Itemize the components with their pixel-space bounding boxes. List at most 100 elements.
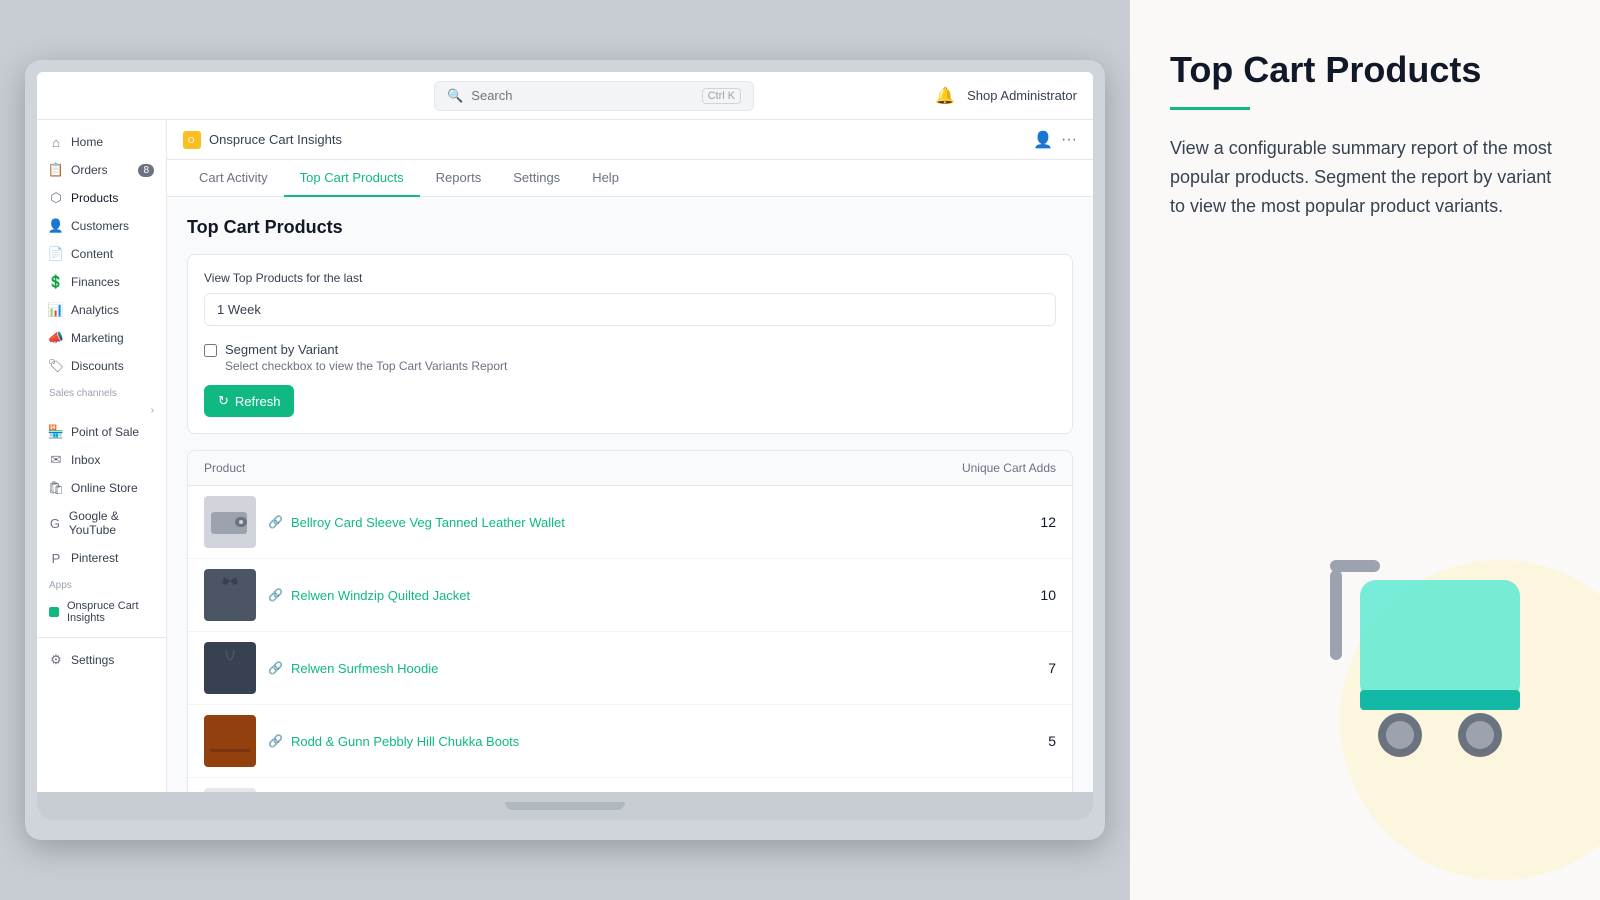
sidebar-label-discounts: Discounts	[71, 359, 124, 373]
sidebar-item-orders[interactable]: 📋 Orders 8	[37, 156, 166, 184]
sidebar-label-inbox: Inbox	[71, 453, 100, 467]
sidebar: ⌂ Home 📋 Orders 8 ⬡ Products	[37, 120, 167, 792]
product-thumb-2	[204, 569, 256, 621]
sidebar-label-finances: Finances	[71, 275, 120, 289]
product-name-area-4: 🔗 Rodd & Gunn Pebbly Hill Chukka Boots	[268, 734, 1014, 749]
sales-channels-label: Sales channels	[37, 380, 166, 403]
tab-settings[interactable]: Settings	[497, 160, 576, 197]
orders-icon: 📋	[49, 163, 63, 177]
product-count-1: 12	[1026, 514, 1056, 530]
sidebar-item-products[interactable]: ⬡ Products	[37, 184, 166, 212]
product-link-icon-2: 🔗	[268, 588, 283, 602]
product-name-2[interactable]: Relwen Windzip Quilted Jacket	[291, 588, 470, 603]
table-row: 🔗 Kenton Michael Heishi Gemstone and Ste…	[188, 778, 1072, 792]
online-store-icon: 🛍	[49, 481, 63, 495]
home-icon: ⌂	[49, 135, 63, 149]
product-name-4[interactable]: Rodd & Gunn Pebbly Hill Chukka Boots	[291, 734, 519, 749]
table-row: 🔗 Bellroy Card Sleeve Veg Tanned Leather…	[188, 486, 1072, 559]
google-icon: G	[49, 516, 61, 530]
sidebar-item-analytics[interactable]: 📊 Analytics	[37, 296, 166, 324]
sidebar-item-content[interactable]: 📄 Content	[37, 240, 166, 268]
segment-checkbox-desc: Select checkbox to view the Top Cart Var…	[225, 359, 507, 373]
cart-illustration	[1280, 540, 1600, 840]
sidebar-label-content: Content	[71, 247, 113, 261]
filter-label: View Top Products for the last	[204, 271, 1056, 285]
plugin-header: O Onspruce Cart Insights 👤 ···	[167, 120, 1093, 160]
main-area: ⌂ Home 📋 Orders 8 ⬡ Products	[37, 120, 1093, 792]
right-panel: Top Cart Products View a configurable su…	[1130, 0, 1600, 900]
sidebar-item-onspruce[interactable]: Onspruce Cart Insights	[37, 595, 166, 629]
plugin-title-area: O Onspruce Cart Insights	[183, 131, 342, 149]
sidebar-item-pinterest[interactable]: P Pinterest	[37, 544, 166, 572]
content-area: O Onspruce Cart Insights 👤 ··· Cart	[167, 120, 1093, 792]
top-bar-right: 🔔 Shop Administrator	[935, 86, 1077, 106]
product-name-area-1: 🔗 Bellroy Card Sleeve Veg Tanned Leather…	[268, 515, 1014, 530]
right-panel-title: Top Cart Products	[1170, 48, 1560, 91]
col-unique: Unique Cart Adds	[962, 461, 1056, 475]
table-row: 🔗 Relwen Surfmesh Hoodie 7	[188, 632, 1072, 705]
segment-checkbox[interactable]	[204, 344, 217, 357]
sidebar-item-inbox[interactable]: ✉ Inbox	[37, 446, 166, 474]
orders-badge: 8	[138, 164, 154, 177]
sidebar-label-home: Home	[71, 135, 103, 149]
product-name-3[interactable]: Relwen Surfmesh Hoodie	[291, 661, 438, 676]
sidebar-label-online-store: Online Store	[71, 481, 138, 495]
table-row: 🔗 Rodd & Gunn Pebbly Hill Chukka Boots 5	[188, 705, 1072, 778]
plugin-actions: 👤 ···	[1033, 130, 1077, 150]
inbox-icon: ✉	[49, 453, 63, 467]
product-link-icon-3: 🔗	[268, 661, 283, 675]
sidebar-item-customers[interactable]: 👤 Customers	[37, 212, 166, 240]
marketing-icon: 📣	[49, 331, 63, 345]
pos-icon: 🏪	[49, 425, 63, 439]
refresh-button[interactable]: ↻ Refresh	[204, 385, 294, 417]
sidebar-item-home[interactable]: ⌂ Home	[37, 128, 166, 156]
search-input[interactable]	[471, 88, 693, 103]
notification-bell-icon[interactable]: 🔔	[935, 86, 955, 106]
customers-icon: 👤	[49, 219, 63, 233]
right-panel-underline	[1170, 107, 1250, 110]
sidebar-label-orders: Orders	[71, 163, 108, 177]
product-count-3: 7	[1026, 660, 1056, 676]
tab-reports[interactable]: Reports	[420, 160, 498, 197]
plugin-logo: O	[183, 131, 201, 149]
discounts-icon: 🏷	[49, 359, 63, 373]
tab-top-cart-products[interactable]: Top Cart Products	[284, 160, 420, 197]
sidebar-item-discounts[interactable]: 🏷 Discounts	[37, 352, 166, 380]
sidebar-item-google[interactable]: G Google & YouTube	[37, 502, 166, 544]
sidebar-item-finances[interactable]: 💲 Finances	[37, 268, 166, 296]
product-count-2: 10	[1026, 587, 1056, 603]
sidebar-label-settings: Settings	[71, 653, 114, 667]
table-row: 🔗 Relwen Windzip Quilted Jacket 10	[188, 559, 1072, 632]
tab-cart-activity[interactable]: Cart Activity	[183, 160, 284, 197]
sidebar-label-onspruce: Onspruce Cart Insights	[67, 600, 154, 624]
sales-channels-chevron[interactable]: ›	[151, 405, 154, 416]
table-header: Product Unique Cart Adds	[188, 451, 1072, 486]
search-bar[interactable]: 🔍 Ctrl K	[434, 81, 754, 111]
top-bar: 🔍 Ctrl K 🔔 Shop Administrator	[37, 72, 1093, 120]
sidebar-item-settings[interactable]: ⚙ Settings	[37, 646, 166, 674]
plugin-more-icon[interactable]: ···	[1061, 131, 1077, 149]
refresh-label: Refresh	[235, 394, 281, 409]
product-link-icon-1: 🔗	[268, 515, 283, 529]
col-product: Product	[204, 461, 245, 475]
sidebar-item-pos[interactable]: 🏪 Point of Sale	[37, 418, 166, 446]
plugin-user-icon[interactable]: 👤	[1033, 130, 1053, 150]
sidebar-item-marketing[interactable]: 📣 Marketing	[37, 324, 166, 352]
product-thumb-4	[204, 715, 256, 767]
sidebar-item-online-store[interactable]: 🛍 Online Store	[37, 474, 166, 502]
refresh-icon: ↻	[218, 393, 229, 409]
filter-card: View Top Products for the last Segment b…	[187, 254, 1073, 434]
plugin-title-text: Onspruce Cart Insights	[209, 132, 342, 147]
product-name-1[interactable]: Bellroy Card Sleeve Veg Tanned Leather W…	[291, 515, 565, 530]
laptop-notch	[505, 802, 625, 810]
product-count-4: 5	[1026, 733, 1056, 749]
product-name-area-3: 🔗 Relwen Surfmesh Hoodie	[268, 661, 1014, 676]
analytics-icon: 📊	[49, 303, 63, 317]
page-title: Top Cart Products	[187, 217, 1073, 238]
filter-period-input[interactable]	[204, 293, 1056, 326]
pinterest-icon: P	[49, 551, 63, 565]
svg-text:O: O	[188, 136, 194, 145]
products-table: Product Unique Cart Adds 🔗	[187, 450, 1073, 792]
tabs: Cart Activity Top Cart Products Reports …	[167, 160, 1093, 197]
tab-help[interactable]: Help	[576, 160, 635, 197]
